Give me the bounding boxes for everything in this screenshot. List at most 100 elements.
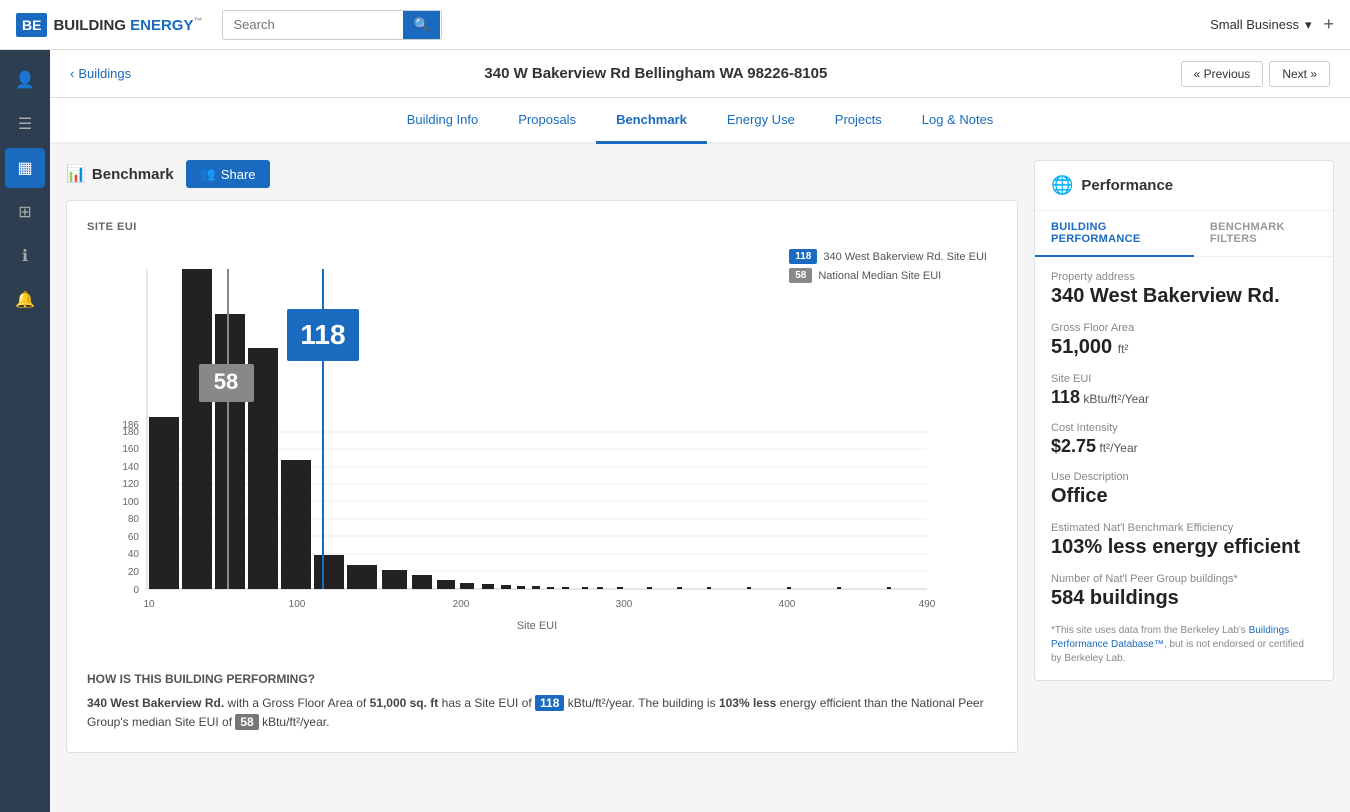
- bar-10: [437, 580, 455, 589]
- bar-11: [460, 583, 474, 589]
- perf-value-address: 340 West Bakerview Rd.: [1051, 285, 1317, 308]
- share-button[interactable]: 👥 Share: [186, 160, 270, 188]
- perf-value-use: Office: [1051, 485, 1317, 508]
- legend-label-118: 340 West Bakerview Rd. Site EUI: [823, 251, 987, 263]
- svg-text:300: 300: [616, 599, 633, 610]
- tab-log-notes[interactable]: Log & Notes: [902, 98, 1014, 144]
- user-menu[interactable]: Small Business ▾: [1210, 17, 1311, 33]
- perf-use-desc: Use Description Office: [1051, 471, 1317, 508]
- description-section: HOW IS THIS BUILDING PERFORMING? 340 Wes…: [87, 672, 997, 732]
- perf-floor-area: Gross Floor Area 51,000 ft²: [1051, 322, 1317, 359]
- legend-item-118: 118 340 West Bakerview Rd. Site EUI: [789, 249, 987, 264]
- perf-site-eui: Site EUI 118 kBtu/ft²/Year: [1051, 373, 1317, 408]
- perf-value-floor-area: 51,000 ft²: [1051, 336, 1317, 359]
- perf-benchmark-efficiency: Estimated Nat'l Benchmark Efficiency 103…: [1051, 522, 1317, 559]
- bar-3: [215, 314, 245, 589]
- panel-header: 📊 Benchmark 👥 Share: [66, 160, 1018, 188]
- chart-wrapper: 118 340 West Bakerview Rd. Site EUI 58 N…: [87, 249, 997, 652]
- share-icon: 👥: [200, 166, 216, 182]
- tab-proposals[interactable]: Proposals: [498, 98, 596, 144]
- tab-benchmark[interactable]: Benchmark: [596, 98, 707, 144]
- svg-text:100: 100: [289, 599, 306, 610]
- perf-label-efficiency: Estimated Nat'l Benchmark Efficiency: [1051, 522, 1317, 534]
- desc-text-5: kBtu/ft²/year.: [262, 715, 329, 729]
- bar-5: [281, 460, 311, 589]
- tab-energy-use[interactable]: Energy Use: [707, 98, 815, 144]
- back-link[interactable]: ‹ Buildings: [70, 66, 131, 81]
- bar-18: [582, 587, 588, 589]
- benchmark-icon: 📊: [66, 164, 86, 184]
- logo: BE BUILDING ENERGY™: [16, 13, 202, 37]
- desc-title: HOW IS THIS BUILDING PERFORMING?: [87, 672, 997, 686]
- desc-text: 340 West Bakerview Rd. with a Gross Floo…: [87, 694, 997, 732]
- perf-value-efficiency: 103% less energy efficient: [1051, 536, 1317, 559]
- alert-icon: 🔔: [15, 290, 35, 310]
- search-button[interactable]: 🔍: [403, 11, 440, 39]
- dashboard-icon: ▦: [17, 158, 32, 178]
- perf-label-site-eui: Site EUI: [1051, 373, 1317, 385]
- chevron-left-icon: ‹: [70, 66, 74, 81]
- perf-property-address: Property address 340 West Bakerview Rd.: [1051, 271, 1317, 308]
- desc-text-1: with a Gross Floor Area of: [228, 696, 370, 710]
- desc-eui-value: 118: [535, 695, 564, 711]
- bar-6: [314, 555, 344, 589]
- bar-20: [617, 587, 623, 589]
- menu-icon: ☰: [18, 114, 32, 134]
- performance-footnote: *This site uses data from the Berkeley L…: [1051, 624, 1317, 666]
- share-label: Share: [221, 167, 256, 182]
- perf-label-peer: Number of Nat'l Peer Group buildings*: [1051, 573, 1317, 585]
- desc-perf: 103% less: [719, 696, 776, 710]
- user-label: Small Business: [1210, 17, 1299, 32]
- search-input[interactable]: [223, 11, 403, 38]
- sidebar-item-info[interactable]: ℹ: [5, 236, 45, 276]
- bar-17: [562, 587, 569, 589]
- svg-text:0: 0: [133, 585, 139, 596]
- layout: 👤 ☰ ▦ ⊞ ℹ 🔔 ‹ Buildings 340 W Bakerview …: [0, 50, 1350, 812]
- nav-buttons: « Previous Next »: [1181, 61, 1330, 87]
- desc-text-2: has a Site EUI of: [442, 696, 535, 710]
- tab-building-info[interactable]: Building Info: [387, 98, 499, 144]
- sidebar-item-alert[interactable]: 🔔: [5, 280, 45, 320]
- search-bar: 🔍: [222, 10, 442, 40]
- tab-building-performance[interactable]: BUILDING PERFORMANCE: [1035, 211, 1194, 257]
- footnote-link[interactable]: Buildings Performance Database™: [1051, 625, 1289, 650]
- svg-text:80: 80: [128, 514, 140, 525]
- bar-22: [677, 587, 682, 589]
- desc-text-3: kBtu/ft²/year. The building is: [568, 696, 719, 710]
- top-nav: BE BUILDING ENERGY™ 🔍 Small Business ▾ +: [0, 0, 1350, 50]
- svg-text:140: 140: [122, 462, 139, 473]
- perf-value-cost: $2.75 ft²/Year: [1051, 436, 1317, 457]
- info-icon: ℹ: [22, 246, 28, 266]
- performance-icon: 🌐: [1051, 175, 1073, 196]
- performance-body: Property address 340 West Bakerview Rd. …: [1035, 257, 1333, 680]
- sidebar-item-person[interactable]: 👤: [5, 60, 45, 100]
- next-button[interactable]: Next »: [1269, 61, 1330, 87]
- svg-text:20: 20: [128, 567, 140, 578]
- desc-median-value: 58: [235, 714, 258, 730]
- svg-text:10: 10: [143, 599, 155, 610]
- svg-text:40: 40: [128, 549, 140, 560]
- sidebar-item-dashboard[interactable]: ▦: [5, 148, 45, 188]
- chevron-down-icon: ▾: [1305, 17, 1312, 33]
- perf-label-floor-area: Gross Floor Area: [1051, 322, 1317, 334]
- sidebar-item-org[interactable]: ⊞: [5, 192, 45, 232]
- add-button[interactable]: +: [1323, 14, 1334, 35]
- bar-19: [597, 587, 603, 589]
- left-panel: 📊 Benchmark 👥 Share SITE EUI: [66, 160, 1018, 796]
- chart-legend: 118 340 West Bakerview Rd. Site EUI 58 N…: [789, 249, 987, 283]
- tab-benchmark-filters[interactable]: BENCHMARK FILTERS: [1194, 211, 1333, 257]
- org-icon: ⊞: [18, 202, 31, 222]
- bar-15: [532, 586, 540, 589]
- back-label: Buildings: [78, 66, 131, 81]
- legend-item-58: 58 National Median Site EUI: [789, 268, 987, 283]
- svg-text:160: 160: [122, 444, 139, 455]
- page-title: 340 W Bakerview Rd Bellingham WA 98226-8…: [131, 65, 1181, 82]
- perf-cost-intensity: Cost Intensity $2.75 ft²/Year: [1051, 422, 1317, 457]
- sidebar-item-menu[interactable]: ☰: [5, 104, 45, 144]
- bar-24: [747, 587, 751, 589]
- prev-button[interactable]: « Previous: [1181, 61, 1264, 87]
- tab-projects[interactable]: Projects: [815, 98, 902, 144]
- chart-title: SITE EUI: [87, 221, 997, 233]
- svg-text:100: 100: [122, 497, 139, 508]
- perf-peer-group: Number of Nat'l Peer Group buildings* 58…: [1051, 573, 1317, 610]
